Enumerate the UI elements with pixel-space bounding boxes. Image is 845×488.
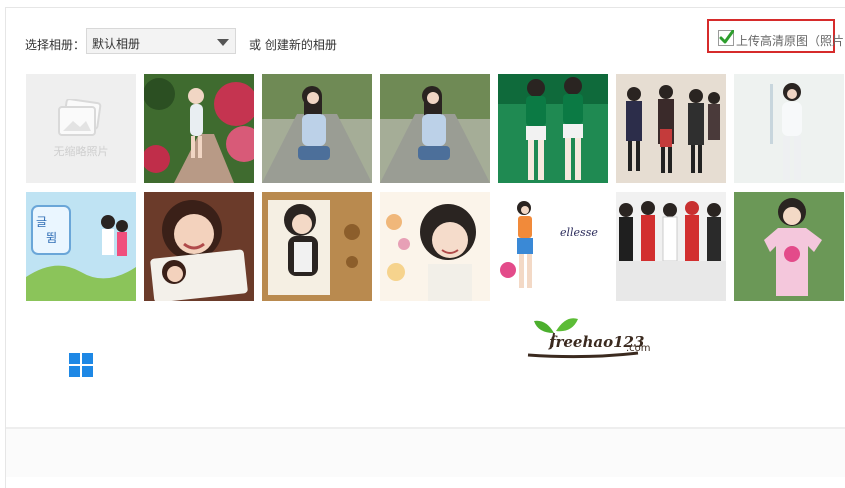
empty-album-placeholder[interactable]: 无缩略照片 [26, 74, 136, 183]
photo-girl-ellesse-ad-icon: ellesse [498, 192, 608, 301]
photo-girl-floral-portrait-icon [380, 192, 490, 301]
album-select-value: 默认相册 [92, 37, 141, 51]
svg-text:ellesse: ellesse [560, 226, 598, 239]
photo-grid: 无缩略照片 글 뜀 ellesse [26, 74, 845, 302]
album-select-label: 选择相册： [25, 38, 86, 52]
photo-thumbnail[interactable] [380, 192, 490, 301]
photo-girl-garden-path-icon [144, 74, 254, 183]
photo-thumbnail[interactable]: 글 뜀 [26, 192, 136, 301]
photo-group-red-scarves-icon [616, 192, 726, 301]
photo-thumbnail[interactable] [734, 74, 844, 183]
image-placeholder-icon [58, 98, 102, 136]
photo-girl-on-road-copy-icon [380, 74, 490, 183]
photo-girls-green-uniform-icon [498, 74, 608, 183]
chevron-down-icon [217, 39, 229, 46]
photo-group-winter-coats-icon [616, 74, 726, 183]
photo-thumbnail[interactable] [262, 192, 372, 301]
checkbox-checked-icon[interactable] [718, 30, 734, 46]
svg-text:뜀: 뜀 [46, 231, 57, 245]
create-album-link[interactable]: 或 创建新的相册 [249, 36, 337, 53]
photo-thumbnail[interactable] [498, 74, 608, 183]
upload-hd-label[interactable]: 上传高清原图（照片 [736, 32, 845, 49]
photo-thumbnail[interactable] [380, 74, 490, 183]
svg-text:글: 글 [36, 215, 47, 229]
footer-area [6, 429, 845, 477]
photo-thumbnail[interactable] [144, 74, 254, 183]
photo-girl-smiling-portrait-icon [144, 192, 254, 301]
photo-thumbnail[interactable] [144, 192, 254, 301]
photo-thumbnail[interactable]: ellesse [498, 192, 608, 301]
photo-thumbnail[interactable] [616, 192, 726, 301]
photo-thumbnail[interactable] [262, 74, 372, 183]
photo-thumbnail[interactable] [616, 74, 726, 183]
photo-girl-vintage-background-icon [262, 192, 372, 301]
windows-logo-icon [69, 353, 93, 377]
watermark-suffix: .com [626, 343, 651, 354]
empty-album-caption: 无缩略照片 [53, 144, 109, 158]
photo-cartoon-illustration-icon: 글 뜀 [26, 192, 136, 301]
photo-girl-on-road-icon [262, 74, 372, 183]
photo-girl-white-outfit-icon [734, 74, 844, 183]
photo-thumbnail[interactable] [734, 192, 844, 301]
album-select[interactable]: 默认相册 [86, 28, 236, 54]
photo-girl-pink-tshirt-icon [734, 192, 844, 301]
